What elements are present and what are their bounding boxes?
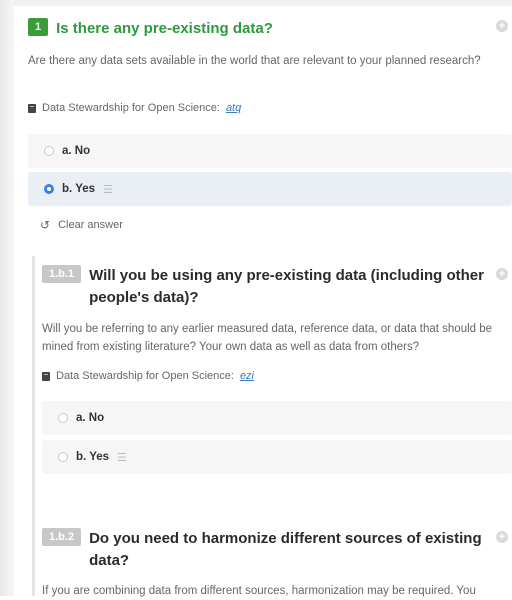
questionnaire-content: 1 Is there any pre-existing data? + Are …: [22, 0, 512, 597]
plus-circle-icon[interactable]: +: [496, 268, 508, 280]
radio-button[interactable]: [58, 452, 68, 462]
answer-label: b. Yes: [76, 451, 110, 463]
answer-option-yes[interactable]: b. Yes ☰: [42, 440, 512, 474]
answer-option-yes[interactable]: b. Yes ☰: [28, 172, 512, 206]
question-number-badge: 1.b.2: [42, 528, 82, 546]
list-icon: ☰: [117, 451, 127, 464]
book-icon: [28, 103, 36, 113]
question-description: Are there any data sets available in the…: [28, 55, 481, 67]
answer-label: b. Yes: [62, 183, 96, 195]
radio-button-selected[interactable]: [44, 184, 54, 194]
radio-button[interactable]: [58, 413, 68, 423]
plus-circle-icon[interactable]: +: [496, 531, 508, 543]
clear-answer-button[interactable]: ↺ Clear answer: [40, 218, 123, 232]
question-1b2-header: 1.b.2 Do you need to harmonize different…: [42, 528, 489, 572]
clear-answer-label: Clear answer: [58, 219, 123, 231]
plus-circle-icon[interactable]: +: [496, 20, 508, 32]
question-title: Is there any pre-existing data?: [56, 20, 273, 37]
reference: Data Stewardship for Open Science: atq: [28, 102, 241, 114]
question-title: Will you be using any pre-existing data …: [89, 267, 484, 306]
question-description: If you are combining data from different…: [42, 585, 476, 597]
answer-option-no[interactable]: a. No: [28, 134, 512, 168]
question-1-header: 1 Is there any pre-existing data?: [28, 18, 476, 40]
question-number-badge: 1.b.1: [42, 265, 82, 283]
book-icon: [42, 371, 50, 381]
window-left-edge: [0, 0, 14, 596]
answer-label: a. No: [62, 145, 91, 157]
question-description: Will you be referring to any earlier mea…: [42, 323, 493, 353]
answer-label: a. No: [76, 412, 105, 424]
answer-option-no[interactable]: a. No: [42, 401, 512, 435]
reference-link[interactable]: ezi: [240, 370, 254, 382]
question-1b1-header: 1.b.1 Will you be using any pre-existing…: [42, 265, 489, 309]
reference-label: Data Stewardship for Open Science:: [56, 370, 234, 382]
list-icon: ☰: [103, 183, 113, 196]
reference: Data Stewardship for Open Science: ezi: [42, 370, 254, 382]
question-number-badge: 1: [28, 18, 49, 36]
reference-link[interactable]: atq: [226, 102, 241, 114]
question-title: Do you need to harmonize different sourc…: [89, 530, 482, 569]
undo-icon: ↺: [40, 218, 51, 232]
follow-up-indicator: [32, 256, 35, 596]
radio-button[interactable]: [44, 146, 54, 156]
reference-label: Data Stewardship for Open Science:: [42, 102, 220, 114]
